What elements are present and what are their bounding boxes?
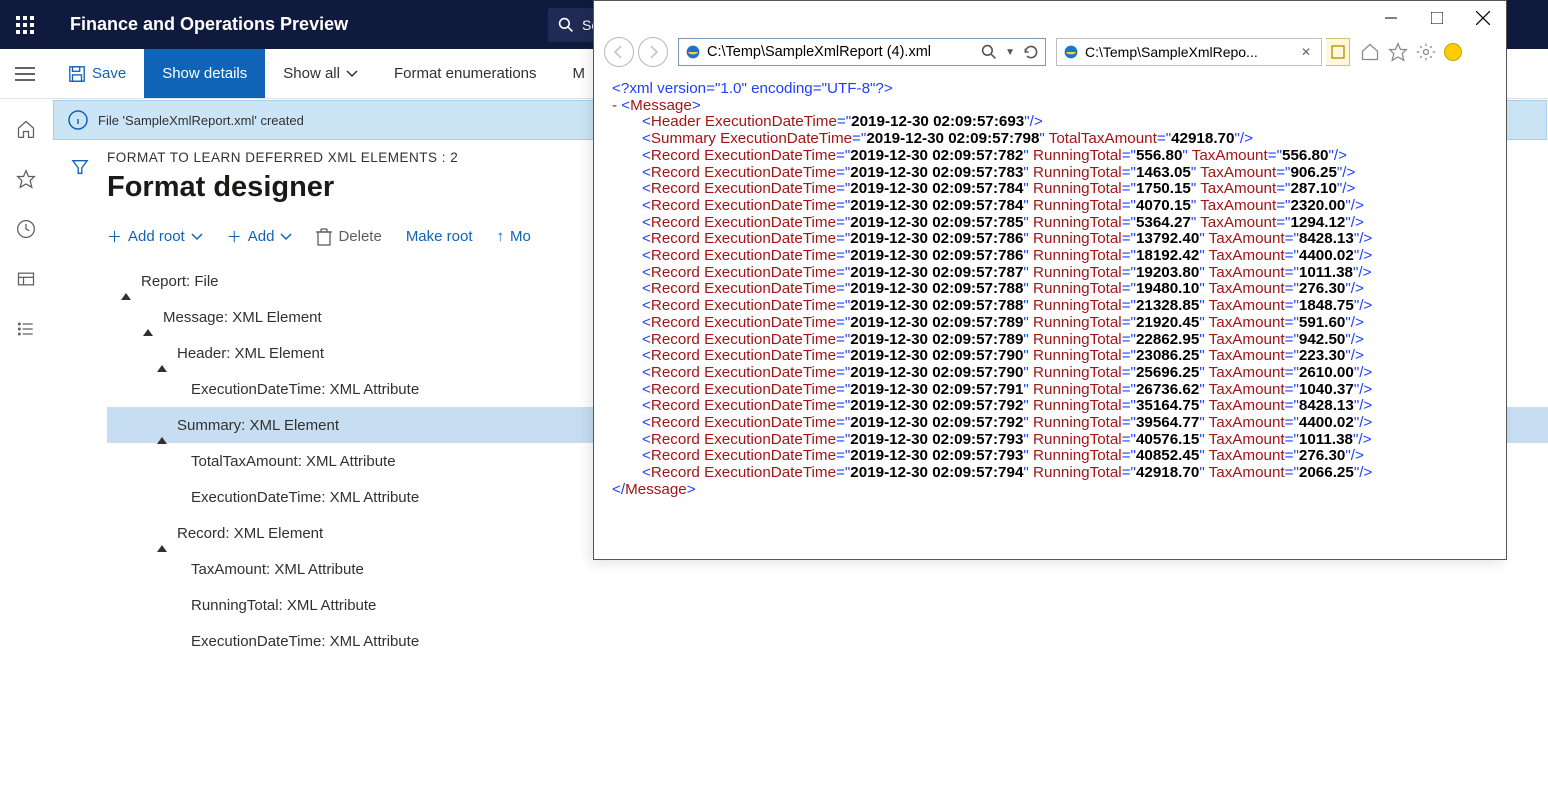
workspace-icon[interactable] — [16, 269, 36, 289]
add-root-button[interactable]: ＋Add root — [107, 226, 203, 247]
home-icon[interactable] — [16, 119, 36, 139]
search-icon — [558, 17, 574, 33]
xml-viewer: <?xml version="1.0" encoding="UTF-8"?>- … — [594, 71, 1506, 509]
new-tab-button[interactable] — [1326, 38, 1350, 66]
tree-node-exec-dt3[interactable]: ExecutionDateTime: XML Attribute — [107, 623, 1548, 659]
nav-rail — [0, 99, 52, 810]
show-details-button[interactable]: Show details — [144, 49, 265, 98]
smiley-icon[interactable] — [1444, 43, 1462, 61]
filter-icon[interactable] — [71, 158, 89, 176]
save-label: Save — [92, 65, 126, 82]
tree-node-running[interactable]: RunningTotal: XML Attribute — [107, 587, 1548, 623]
ie-toolbar: C:\Temp\SampleXmlReport (4).xml ▼ C:\Tem… — [594, 35, 1506, 71]
refresh-icon[interactable] — [1023, 44, 1039, 60]
chevron-down-icon — [346, 70, 358, 78]
format-enums-button[interactable]: Format enumerations — [376, 49, 555, 98]
tab-label: C:\Temp\SampleXmlRepo... — [1085, 44, 1258, 60]
add-button[interactable]: ＋Add — [227, 226, 293, 247]
info-text: File 'SampleXmlReport.xml' created — [98, 113, 304, 128]
close-button[interactable] — [1460, 1, 1506, 35]
forward-button[interactable] — [638, 37, 668, 67]
minimize-button[interactable] — [1368, 1, 1414, 35]
browser-tab[interactable]: C:\Temp\SampleXmlRepo... ✕ — [1056, 38, 1322, 66]
chevron-down-icon — [191, 233, 203, 241]
modules-icon[interactable] — [16, 319, 36, 339]
move-up-button[interactable]: ↑Mo — [497, 228, 531, 245]
ie-logo-icon — [1063, 44, 1079, 60]
save-button[interactable]: Save — [50, 49, 144, 98]
url-text: C:\Temp\SampleXmlReport (4).xml — [707, 44, 975, 60]
ie-window: C:\Temp\SampleXmlReport (4).xml ▼ C:\Tem… — [593, 0, 1507, 560]
settings-icon[interactable] — [1416, 42, 1436, 62]
chevron-down-icon — [280, 233, 292, 241]
window-controls — [594, 1, 1506, 35]
address-bar[interactable]: C:\Temp\SampleXmlReport (4).xml ▼ — [678, 38, 1046, 66]
show-all-button[interactable]: Show all — [265, 49, 376, 98]
search-icon[interactable] — [981, 44, 997, 60]
tab-close-icon[interactable]: ✕ — [1301, 45, 1311, 59]
ie-logo-icon — [685, 44, 701, 60]
app-launcher-icon[interactable] — [0, 0, 50, 49]
home-icon[interactable] — [1360, 42, 1380, 62]
dropdown-icon[interactable]: ▼ — [1005, 47, 1015, 58]
app-title: Finance and Operations Preview — [50, 14, 348, 35]
back-button[interactable] — [604, 37, 634, 67]
make-root-button[interactable]: Make root — [406, 228, 473, 245]
info-icon — [68, 110, 88, 130]
delete-button[interactable]: Delete — [316, 228, 381, 246]
trash-icon — [316, 228, 332, 246]
clock-icon[interactable] — [16, 219, 36, 239]
favorites-icon[interactable] — [1388, 42, 1408, 62]
star-icon[interactable] — [16, 169, 36, 189]
maximize-button[interactable] — [1414, 1, 1460, 35]
hamburger-icon[interactable] — [0, 49, 50, 98]
